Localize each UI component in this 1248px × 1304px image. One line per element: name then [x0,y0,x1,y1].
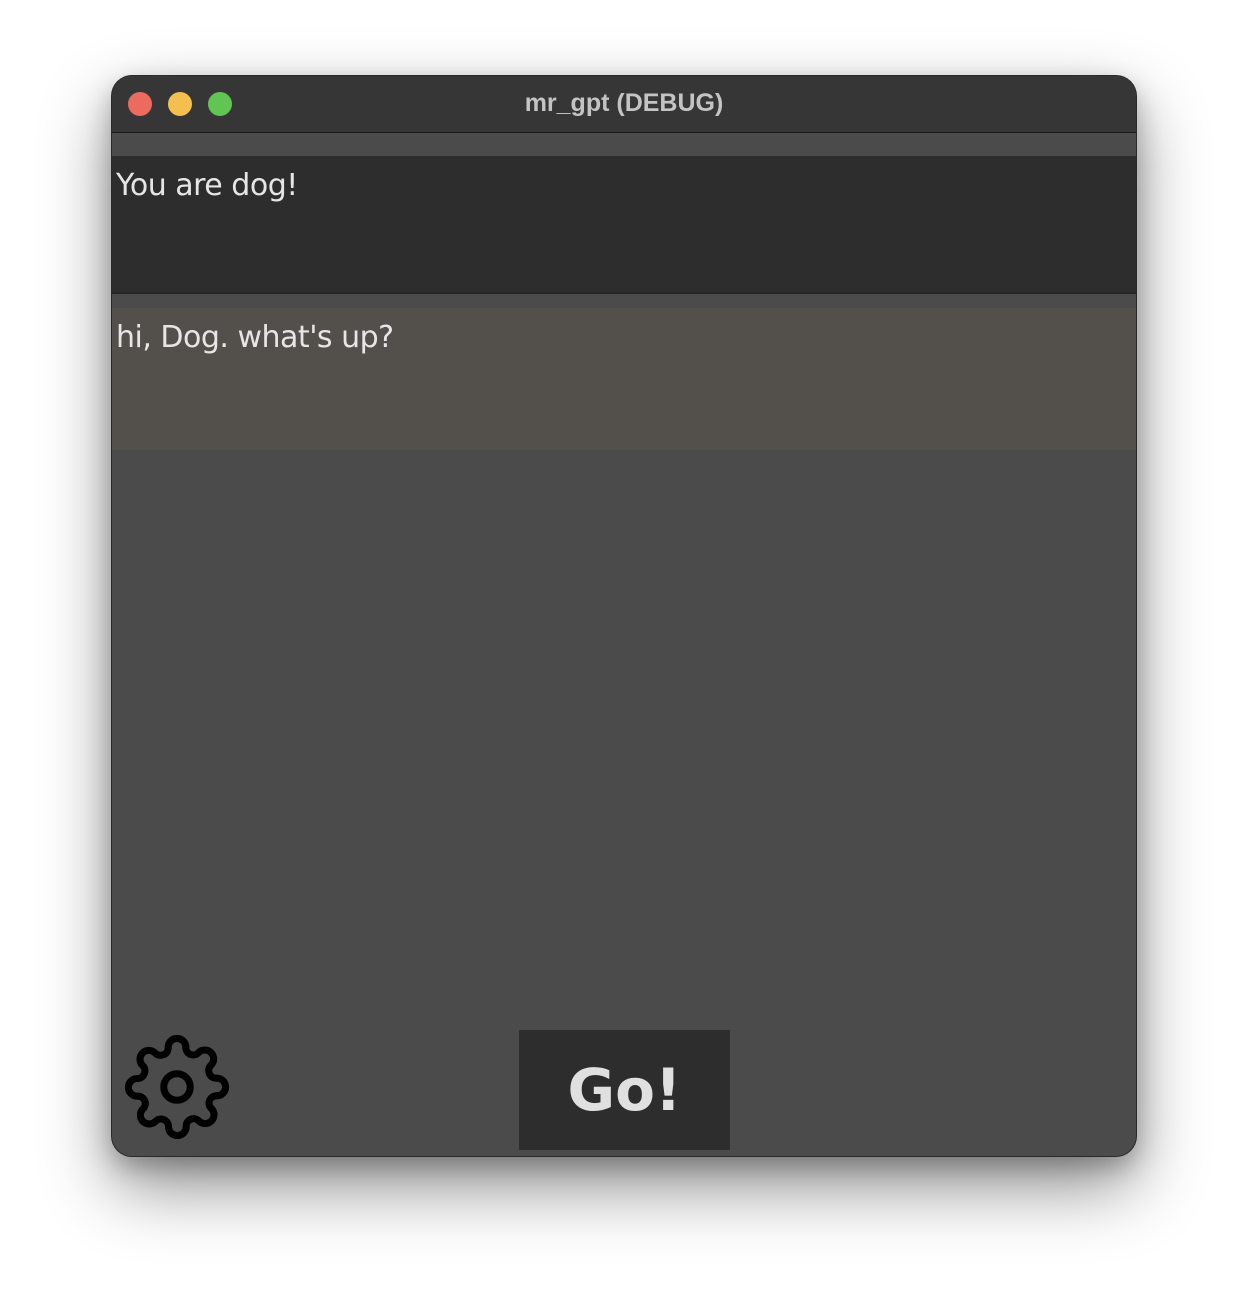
gear-icon [124,1034,230,1140]
system-prompt-field[interactable]: You are dog! [112,156,1136,294]
system-prompt-text: You are dog! [116,168,298,203]
go-button[interactable]: Go! [519,1030,730,1150]
app-window: mr_gpt (DEBUG) You are dog! hi, Dog. wha… [112,76,1136,1156]
title-bar[interactable]: mr_gpt (DEBUG) [112,76,1136,133]
settings-button[interactable] [124,1034,230,1140]
user-message-text: hi, Dog. what's up? [116,320,394,355]
user-message-field[interactable]: hi, Dog. what's up? [112,308,1136,450]
window-title: mr_gpt (DEBUG) [524,89,724,117]
